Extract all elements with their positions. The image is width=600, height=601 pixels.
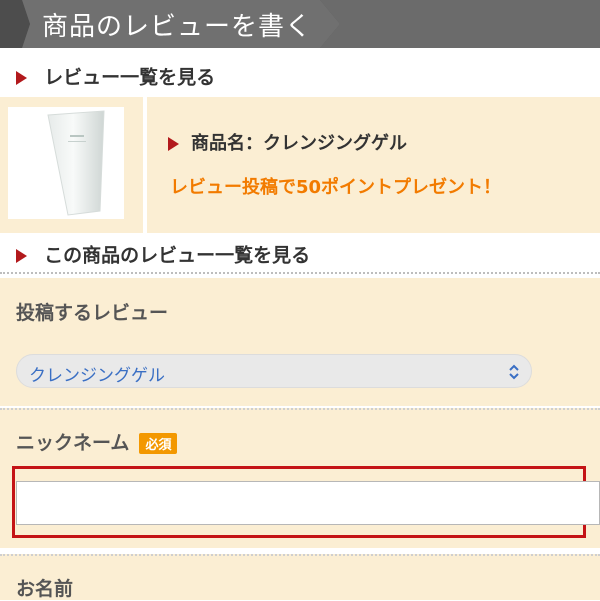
product-name: 商品名：クレンジングゲル (168, 129, 407, 155)
triangle-right-icon (16, 70, 27, 85)
required-badge: 必須 (139, 433, 178, 454)
product-info: 商品名：クレンジングゲル レビュー投稿で50ポイントプレゼント！ (0, 97, 600, 233)
this-product-reviews-link[interactable]: この商品のレビュー一覧を見る (0, 236, 600, 274)
review-list-link-label: レビュー一覧を見る (44, 66, 216, 89)
product-name-text: 商品名：クレンジングゲル (191, 133, 407, 154)
product-select[interactable]: クレンジングゲル (16, 354, 532, 388)
page-title: 商品のレビューを書く (42, 12, 313, 42)
product-thumbnail-frame (0, 97, 142, 233)
product-divider (143, 97, 147, 233)
product-image (8, 107, 124, 219)
cleansing-gel-tube-image (47, 110, 105, 216)
product-select-value: クレンジングゲル (29, 366, 165, 386)
nickname-input[interactable] (16, 481, 600, 525)
this-product-reviews-label: この商品のレビュー一覧を見る (44, 244, 311, 267)
page-header: 商品のレビューを書く (0, 0, 600, 48)
review-list-link[interactable]: レビュー一覧を見る (0, 58, 600, 96)
name-section: お名前 (0, 554, 600, 600)
name-label: お名前 (16, 578, 74, 600)
triangle-right-icon (168, 137, 179, 151)
nickname-label: ニックネーム (16, 432, 130, 454)
updown-arrows-icon (509, 364, 519, 380)
promo-text: レビュー投稿で50ポイントプレゼント！ (170, 177, 502, 198)
triangle-right-icon (16, 248, 27, 263)
nickname-label-row: ニックネーム 必須 (16, 428, 178, 455)
post-review-label: 投稿するレビュー (16, 302, 169, 324)
